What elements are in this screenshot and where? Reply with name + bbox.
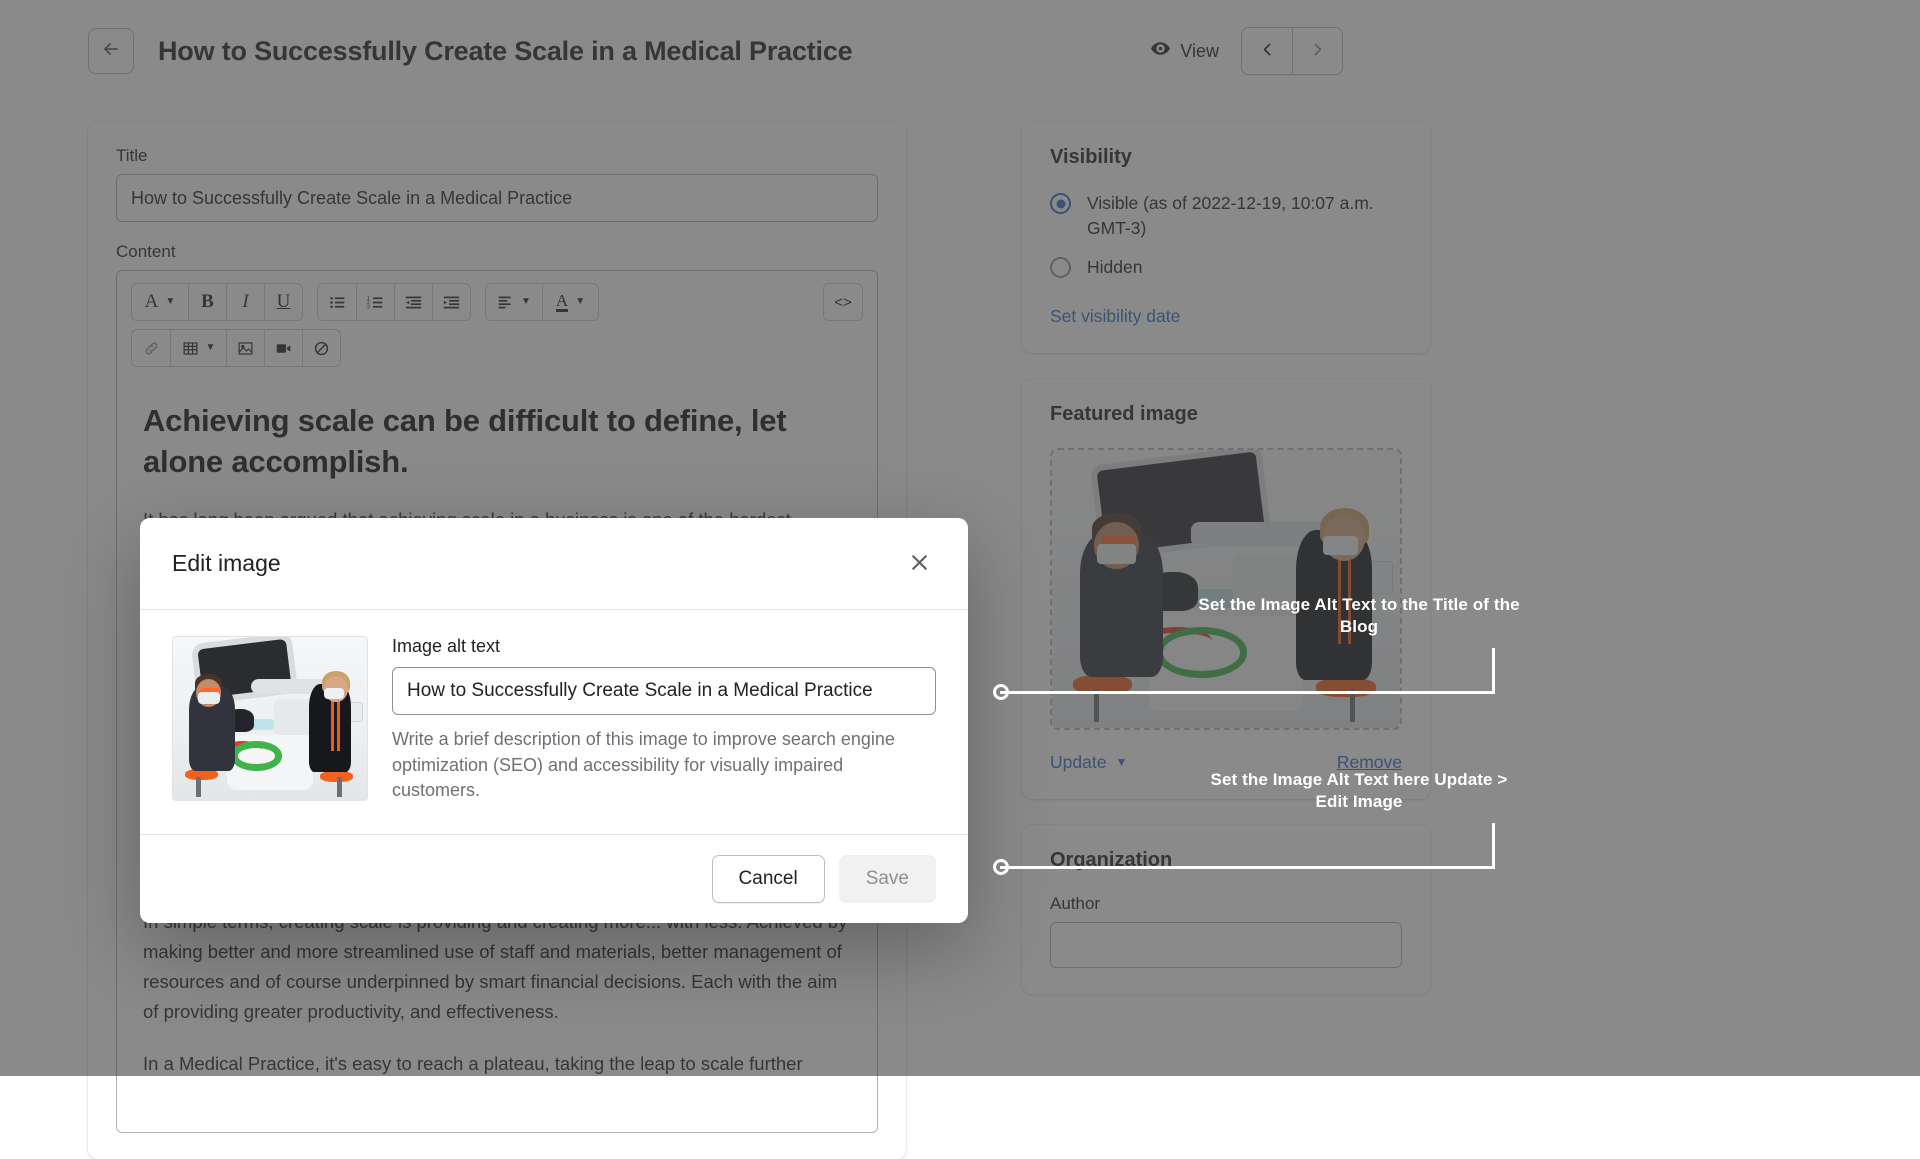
dental-clinic-thumbnail	[173, 637, 367, 800]
modal-body: Image alt text Write a brief description…	[140, 610, 968, 834]
modal-title: Edit image	[172, 550, 281, 577]
edit-image-modal: Edit image Image alt text Writ	[140, 518, 968, 923]
cancel-button[interactable]: Cancel	[712, 855, 825, 903]
image-thumbnail	[172, 636, 368, 801]
close-icon	[907, 550, 932, 578]
modal-footer: Cancel Save	[140, 834, 968, 923]
image-alt-text-label: Image alt text	[392, 636, 936, 657]
modal-close-button[interactable]	[902, 547, 936, 581]
modal-header: Edit image	[140, 518, 968, 610]
image-alt-text-help: Write a brief description of this image …	[392, 727, 936, 804]
modal-fields: Image alt text Write a brief description…	[392, 636, 936, 804]
image-alt-text-input[interactable]	[392, 667, 936, 715]
save-button: Save	[839, 855, 936, 903]
